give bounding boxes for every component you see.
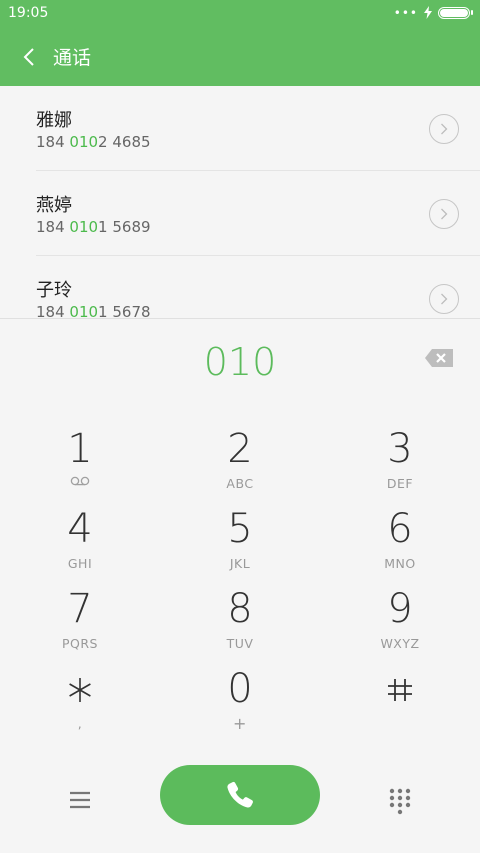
call-button[interactable] [160, 765, 320, 825]
menu-button[interactable] [62, 784, 98, 816]
app-bar: 通话 [0, 28, 480, 86]
key-3[interactable]: 3 DEF [320, 410, 480, 491]
contact-match-list: 雅娜 184 0102 4685 燕婷 184 0101 5689 子玲 184… [0, 86, 480, 319]
chevron-right-icon [441, 208, 448, 220]
key-4[interactable]: 4 GHI [0, 490, 160, 571]
key-0[interactable]: 0 + [160, 650, 320, 733]
contact-row[interactable]: 雅娜 184 0102 4685 [0, 86, 480, 171]
status-bar: 19:05 ••• [0, 0, 480, 28]
delete-button[interactable] [424, 348, 454, 372]
key-8[interactable]: 8 TUV [160, 570, 320, 651]
charging-icon [424, 6, 432, 19]
contact-detail-button[interactable] [429, 199, 459, 229]
dialed-number: 010 [203, 340, 277, 384]
back-button[interactable] [14, 42, 44, 72]
keypad-toggle-button[interactable] [382, 784, 418, 820]
hash-icon [388, 679, 412, 701]
asterisk-icon [69, 678, 91, 702]
status-time: 19:05 [8, 5, 49, 21]
battery-icon [438, 6, 473, 19]
contact-number: 184 0101 5689 [36, 218, 151, 236]
contact-row[interactable]: 子玲 184 0101 5678 [0, 256, 480, 319]
menu-icon [70, 791, 90, 809]
number-match-highlight: 010 [69, 303, 99, 319]
key-1[interactable]: 1 [0, 410, 160, 490]
key-7[interactable]: 7 PQRS [0, 570, 160, 651]
contact-number: 184 0101 5678 [36, 303, 151, 319]
contact-detail-button[interactable] [429, 284, 459, 314]
dial-display: 010 [0, 320, 480, 410]
chevron-left-icon [23, 48, 34, 66]
bottom-action-bar [0, 760, 480, 840]
key-5[interactable]: 5 JKL [160, 490, 320, 571]
status-icons: ••• [393, 5, 473, 20]
number-match-highlight: 010 [69, 218, 99, 236]
chevron-right-icon [441, 123, 448, 135]
contact-detail-button[interactable] [429, 114, 459, 144]
dialpad-icon [389, 788, 411, 815]
key-star[interactable]: , [0, 650, 160, 731]
contact-row[interactable]: 燕婷 184 0101 5689 [0, 171, 480, 256]
page-title: 通话 [53, 47, 92, 69]
number-match-highlight: 010 [69, 133, 99, 151]
key-hash[interactable] [320, 650, 480, 730]
backspace-icon [425, 349, 453, 367]
key-2[interactable]: 2 ABC [160, 410, 320, 491]
contact-name: 雅娜 [36, 110, 72, 131]
key-6[interactable]: 6 MNO [320, 490, 480, 571]
contact-name: 子玲 [36, 280, 72, 301]
key-9[interactable]: 9 WXYZ [320, 570, 480, 651]
chevron-right-icon [441, 293, 448, 305]
contact-number: 184 0102 4685 [36, 133, 151, 151]
contact-name: 燕婷 [36, 195, 72, 216]
phone-icon [227, 781, 253, 808]
voicemail-icon [70, 476, 90, 486]
more-dots-icon: ••• [393, 5, 418, 20]
